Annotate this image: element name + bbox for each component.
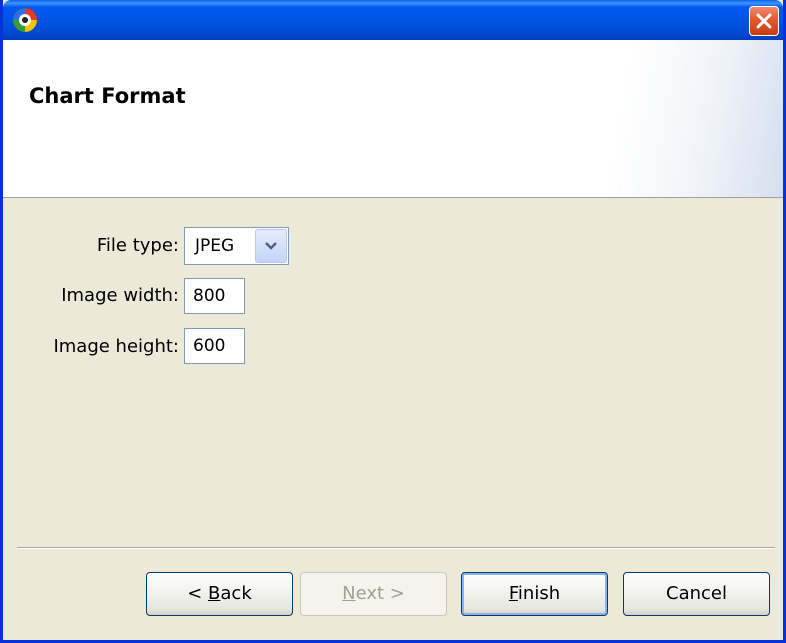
image-height-input[interactable]: 600 bbox=[184, 328, 245, 364]
back-button[interactable]: < Back bbox=[146, 572, 293, 616]
image-height-row: Image height: bbox=[3, 328, 179, 368]
wizard-header: Chart Format bbox=[3, 40, 783, 198]
image-width-label: Image width: bbox=[61, 285, 179, 306]
page-title: Chart Format bbox=[29, 84, 186, 108]
close-icon bbox=[756, 13, 772, 29]
app-icon bbox=[11, 6, 39, 34]
image-width-row: Image width: bbox=[3, 277, 179, 317]
close-button[interactable] bbox=[749, 6, 779, 36]
file-type-label: File type: bbox=[96, 235, 179, 256]
next-button[interactable]: Next > bbox=[300, 572, 447, 616]
chevron-down-icon bbox=[265, 242, 277, 250]
image-height-label: Image height: bbox=[53, 336, 179, 357]
finish-button[interactable]: Finish bbox=[461, 572, 608, 616]
file-type-value: JPEG bbox=[195, 236, 235, 256]
image-width-value: 800 bbox=[193, 286, 226, 306]
image-width-input[interactable]: 800 bbox=[184, 278, 245, 314]
title-bar[interactable] bbox=[3, 0, 783, 40]
image-height-value: 600 bbox=[193, 336, 226, 356]
button-separator bbox=[17, 547, 775, 549]
dialog-window: Chart Format File type: JPEG Image width… bbox=[0, 0, 786, 643]
file-type-select[interactable]: JPEG bbox=[184, 227, 289, 265]
dropdown-button[interactable] bbox=[255, 229, 287, 263]
file-type-row: File type: bbox=[3, 227, 179, 267]
cancel-button[interactable]: Cancel bbox=[623, 572, 770, 616]
